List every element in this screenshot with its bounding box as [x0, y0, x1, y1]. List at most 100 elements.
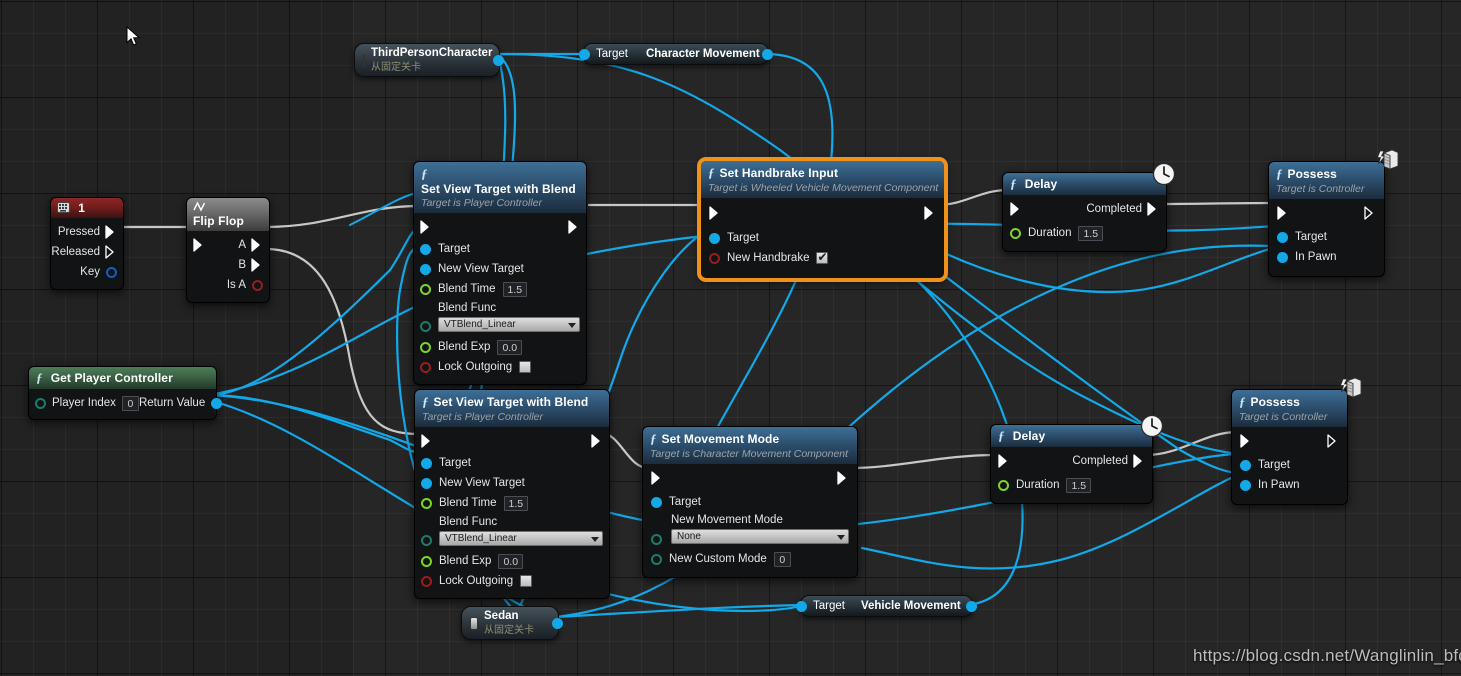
- pin-row-new-view-target[interactable]: New View Target: [415, 473, 609, 493]
- pin-row-target[interactable]: Target: [415, 453, 609, 473]
- object-pin-target[interactable]: [709, 232, 720, 244]
- pin-row-lock-outgoing[interactable]: Lock Outgoing: [415, 571, 609, 591]
- pin-row-blend-exp[interactable]: Blend Exp 0.0: [415, 551, 609, 571]
- float-pin-duration[interactable]: [998, 479, 1009, 491]
- pin-row-in-pawn[interactable]: In Pawn: [1269, 247, 1384, 267]
- pin-row-exec[interactable]: [415, 431, 609, 451]
- pin-row-exec[interactable]: [643, 468, 857, 488]
- pin-row-blend-time[interactable]: Blend Time 1.5: [415, 493, 609, 513]
- byte-pin-new-custom-mode[interactable]: [651, 553, 662, 565]
- exec-in-flipflop-icon[interactable]: [193, 238, 205, 252]
- exec-in-icon[interactable]: [998, 454, 1010, 468]
- new-movement-mode-dropdown[interactable]: None: [671, 529, 849, 544]
- pin-row-exec[interactable]: Completed: [1003, 199, 1166, 219]
- bool-pin-new-handbrake[interactable]: [709, 252, 720, 264]
- exec-in-icon[interactable]: [1240, 434, 1252, 448]
- exec-out-completed-icon[interactable]: [1147, 202, 1159, 216]
- pin-row-blend-func[interactable]: Blend Func VTBlend_Linear: [415, 513, 609, 546]
- object-pin-vehicle-movement-out[interactable]: [966, 601, 977, 612]
- object-pin-vehicle-movement-target[interactable]: [796, 601, 807, 612]
- new-custom-mode-value-field[interactable]: 0: [773, 551, 791, 567]
- object-pin-character-movement-target[interactable]: [579, 49, 590, 60]
- duration-value-field[interactable]: 1.5: [1078, 225, 1104, 241]
- object-pin-character-movement-out[interactable]: [762, 49, 773, 60]
- object-pin-return-value[interactable]: [211, 397, 223, 409]
- exec-in-icon[interactable]: [1010, 202, 1022, 216]
- float-pin-blend-exp[interactable]: [420, 341, 431, 353]
- pin-row-blend-time[interactable]: Blend Time 1.5: [414, 279, 586, 299]
- exec-out-icon[interactable]: [1327, 434, 1339, 448]
- pin-row-blend-func[interactable]: Blend Func VTBlend_Linear: [414, 299, 586, 332]
- delay-node-1[interactable]: ƒ Delay Completed Duration 1.5: [1002, 172, 1167, 252]
- object-pin-target[interactable]: [420, 243, 431, 255]
- delay-node-2[interactable]: ƒ Delay Completed Duration 1.5: [990, 424, 1153, 504]
- pin-row-b[interactable]: B: [187, 255, 269, 275]
- pin-row-target[interactable]: Target: [1232, 455, 1347, 475]
- pin-row-new-handbrake[interactable]: New Handbrake: [701, 248, 944, 268]
- input-key-1-node[interactable]: 1 Pressed Released Key: [50, 197, 124, 290]
- blueprint-graph-canvas[interactable]: 1 Pressed Released Key Flip Flop A B Is …: [0, 0, 1461, 676]
- character-movement-getter-node[interactable]: Target Character Movement: [579, 43, 773, 65]
- pin-row-flipflop-exec[interactable]: A: [187, 235, 269, 255]
- float-pin-blend-time[interactable]: [420, 283, 431, 295]
- pin-row-exec[interactable]: [1232, 431, 1347, 451]
- pin-row-in-pawn[interactable]: In Pawn: [1232, 475, 1347, 495]
- pin-row-target[interactable]: Target: [1269, 227, 1384, 247]
- object-pin-target[interactable]: [1277, 231, 1288, 243]
- object-pin-target[interactable]: [651, 496, 662, 508]
- struct-pin-key[interactable]: [106, 266, 117, 278]
- pin-row-released[interactable]: Released: [51, 242, 123, 262]
- pin-row-player-index[interactable]: Player Index 0 Return Value: [29, 393, 223, 413]
- sedan-ref-node[interactable]: Sedan 从固定关卡: [461, 606, 563, 640]
- float-pin-duration[interactable]: [1010, 227, 1021, 239]
- pin-row-target[interactable]: Target: [643, 492, 857, 512]
- exec-out-icon[interactable]: [1364, 206, 1376, 220]
- vehicle-movement-getter-node[interactable]: Target Vehicle Movement: [796, 595, 977, 617]
- exec-out-b-icon[interactable]: [251, 258, 263, 272]
- object-pin-in-pawn[interactable]: [1277, 251, 1288, 263]
- bool-pin-is-a[interactable]: [252, 279, 263, 291]
- duration-value-field[interactable]: 1.5: [1066, 477, 1092, 493]
- pin-row-exec[interactable]: Completed: [991, 451, 1152, 471]
- exec-out-a-icon[interactable]: [251, 238, 263, 252]
- pin-row-new-view-target[interactable]: New View Target: [414, 259, 586, 279]
- object-pin-new-view-target[interactable]: [420, 263, 431, 275]
- lock-outgoing-checkbox[interactable]: [519, 361, 532, 373]
- enum-pin-new-movement-mode[interactable]: [651, 534, 662, 545]
- object-pin-target[interactable]: [421, 457, 432, 469]
- pin-row-duration[interactable]: Duration 1.5: [1003, 223, 1166, 243]
- third-person-character-ref-node[interactable]: ThirdPersonCharacter 从固定关卡: [354, 43, 504, 77]
- exec-out-completed-icon[interactable]: [1133, 454, 1145, 468]
- set-view-target-with-blend-node-1[interactable]: ƒSet View Target with Blend Target is Pl…: [413, 161, 587, 385]
- object-pin-sedan-out[interactable]: [552, 618, 563, 629]
- blend-exp-value-field[interactable]: 0.0: [498, 553, 524, 569]
- pin-row-lock-outgoing[interactable]: Lock Outgoing: [414, 357, 586, 377]
- blend-time-value-field[interactable]: 1.5: [503, 495, 529, 511]
- exec-in-icon[interactable]: [421, 434, 433, 448]
- exec-in-icon[interactable]: [1277, 206, 1289, 220]
- new-handbrake-checkbox[interactable]: [816, 250, 829, 264]
- bool-pin-lock-outgoing[interactable]: [420, 361, 431, 373]
- pin-row-exec[interactable]: [701, 203, 944, 223]
- pin-row-target[interactable]: Target: [701, 228, 944, 248]
- blend-time-value-field[interactable]: 1.5: [502, 281, 528, 297]
- exec-out-pressed-icon[interactable]: [105, 225, 117, 239]
- exec-out-icon[interactable]: [924, 206, 936, 220]
- blend-func-dropdown[interactable]: VTBlend_Linear: [439, 531, 603, 546]
- enum-pin-blend-func[interactable]: [420, 321, 431, 332]
- blend-func-dropdown[interactable]: VTBlend_Linear: [438, 317, 580, 332]
- float-pin-blend-time[interactable]: [421, 497, 432, 509]
- object-pin-in-pawn[interactable]: [1240, 479, 1251, 491]
- object-pin-new-view-target[interactable]: [421, 477, 432, 489]
- pin-row-is-a[interactable]: Is A: [187, 275, 269, 295]
- possess-node-2[interactable]: ƒ Possess Target is Controller Target In …: [1231, 389, 1348, 505]
- flip-flop-node[interactable]: Flip Flop A B Is A: [186, 197, 270, 303]
- pin-row-pressed[interactable]: Pressed: [51, 222, 123, 242]
- exec-out-icon[interactable]: [568, 220, 580, 234]
- blend-exp-value-field[interactable]: 0.0: [497, 339, 523, 355]
- player-index-value-field[interactable]: 0: [121, 395, 139, 411]
- enum-pin-blend-func[interactable]: [421, 535, 432, 546]
- possess-node-1[interactable]: ƒ Possess Target is Controller Target In …: [1268, 161, 1385, 277]
- pin-row-new-movement-mode[interactable]: New Movement Mode None: [643, 512, 857, 545]
- set-handbrake-input-node[interactable]: ƒ Set Handbrake Input Target is Wheeled V…: [700, 160, 945, 279]
